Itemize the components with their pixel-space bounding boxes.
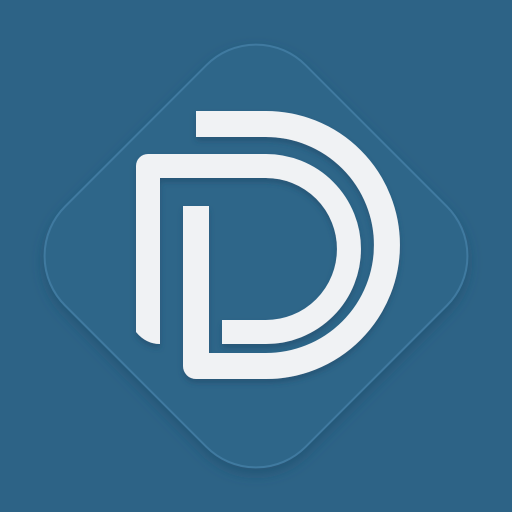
d-monogram-logo	[0, 0, 512, 512]
app-icon	[0, 0, 512, 512]
